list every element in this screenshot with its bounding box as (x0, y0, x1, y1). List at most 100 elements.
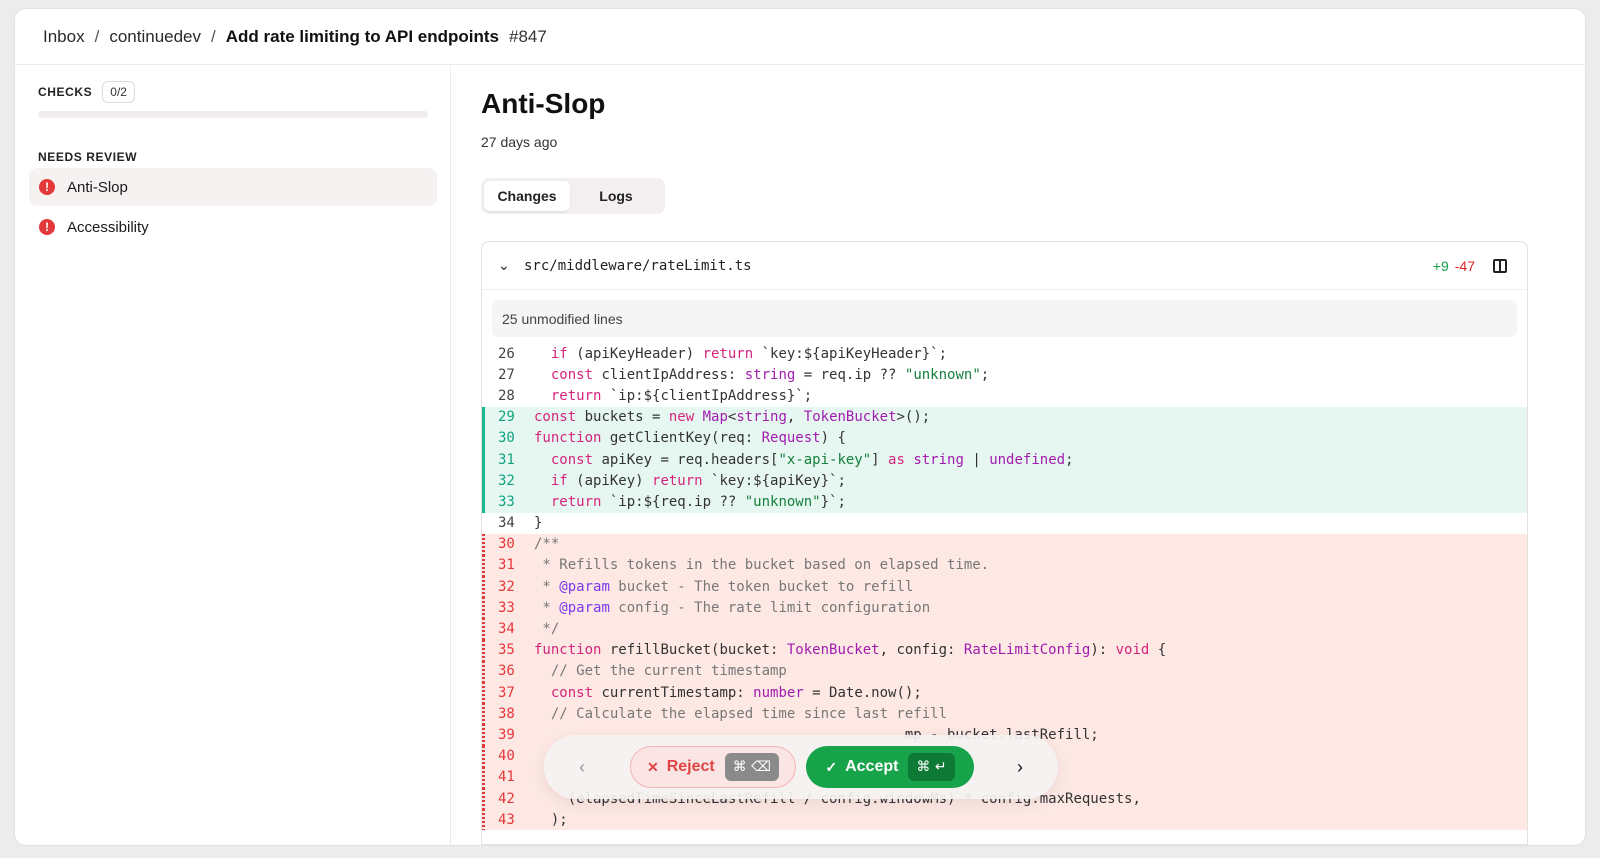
line-number: 26 (498, 345, 515, 362)
diff-line: 31 * Refills tokens in the bucket based … (482, 554, 1527, 577)
checks-progress-bar (38, 111, 428, 118)
diff-file-header[interactable]: ⌄ src/middleware/rateLimit.ts +9 -47 (482, 242, 1527, 290)
reject-button[interactable]: ✕ Reject ⌘ ⌫ (630, 746, 796, 788)
line-code: /** (534, 536, 560, 553)
error-icon: ! (39, 179, 55, 195)
diff-line: 33 return `ip:${req.ip ?? "unknown"}`; (482, 491, 1527, 513)
breadcrumb-separator: / (211, 26, 216, 46)
chevron-right-icon[interactable]: › (1002, 749, 1038, 785)
breadcrumb-repo[interactable]: continuedev (109, 27, 201, 47)
line-code: * @param bucket - The token bucket to re… (534, 578, 914, 595)
unmodified-lines-expander[interactable]: 25 unmodified lines (492, 300, 1517, 337)
tab-changes[interactable]: Changes (484, 181, 570, 211)
diff-line: 26 if (apiKeyHeader) return `key:${apiKe… (482, 343, 1527, 364)
checks-sidebar: CHECKS 0/2 NEEDS REVIEW ! Anti-Slop ! Ac… (15, 66, 451, 845)
tab-bar: Changes Logs (481, 178, 665, 214)
needs-review-label: NEEDS REVIEW (38, 150, 138, 164)
line-code: // Calculate the elapsed time since last… (534, 705, 948, 722)
line-number: 36 (498, 663, 515, 680)
line-code: } (534, 515, 543, 532)
line-code: const currentTimestamp: number = Date.no… (550, 684, 922, 701)
chevron-left-icon[interactable]: ‹ (564, 749, 600, 785)
line-code: const buckets = new Map<string, TokenBuc… (534, 409, 931, 426)
line-number: 40 (498, 748, 515, 765)
diff-line: 36 // Get the current timestamp (482, 660, 1527, 683)
diff-line: 27 const clientIpAddress: string = req.i… (482, 364, 1527, 385)
app-window: Inbox / continuedev / Add rate limiting … (14, 8, 1586, 846)
error-icon: ! (39, 219, 55, 235)
split-view-icon[interactable] (1493, 258, 1507, 273)
accept-label: Accept (845, 758, 899, 775)
sidebar-item-accessibility[interactable]: ! Accessibility (29, 208, 437, 246)
diff-line: 30 function getClientKey(req: Request) { (482, 427, 1527, 450)
check-icon: ✓ (825, 758, 838, 775)
breadcrumb: Inbox / continuedev / Add rate limiting … (15, 9, 1585, 65)
line-number: 39 (498, 726, 515, 743)
chevron-down-icon[interactable]: ⌄ (498, 257, 514, 274)
line-code: const apiKey = req.headers["x-api-key"] … (550, 451, 1074, 468)
check-timestamp: 27 days ago (481, 134, 558, 150)
line-code: return `ip:${req.ip ?? "unknown"}`; (550, 493, 846, 510)
breadcrumb-separator: / (94, 26, 100, 46)
diff-line: 30 /** (482, 533, 1527, 556)
line-code: if (apiKeyHeader) return `key:${apiKeyHe… (550, 345, 948, 362)
additions-count: +9 (1432, 257, 1449, 274)
tab-logs[interactable]: Logs (570, 181, 662, 211)
diff-line: 29 const buckets = new Map<string, TokenB… (482, 406, 1527, 428)
line-number: 37 (498, 684, 515, 701)
line-code: ); (534, 811, 568, 828)
line-number: 32 (498, 578, 515, 595)
line-number: 30 (498, 430, 515, 447)
diff-line: 35 function refillBucket(bucket: TokenBuc… (482, 639, 1527, 662)
line-number: 35 (498, 642, 515, 659)
diff-line: 32 if (apiKey) return `key:${apiKey}`; (482, 470, 1527, 492)
line-code: * Refills tokens in the bucket based on … (534, 557, 990, 574)
file-path: src/middleware/rateLimit.ts (524, 257, 752, 274)
line-code: // Get the current timestamp (534, 663, 787, 680)
line-number: 28 (498, 387, 515, 404)
sidebar-item-label: Anti-Slop (67, 178, 128, 196)
diff-line: 34 */ (482, 618, 1527, 640)
accept-button[interactable]: ✓ Accept ⌘ ↵ (806, 746, 974, 788)
line-number: 29 (498, 409, 515, 426)
diff-line: 32 * @param bucket - The token bucket to… (482, 576, 1527, 598)
diff-line: 34} (482, 513, 1527, 534)
line-number: 42 (498, 790, 515, 807)
line-number: 43 (498, 811, 515, 828)
line-number: 33 (498, 599, 515, 616)
line-number: 38 (498, 705, 515, 722)
line-code: return `ip:${clientIpAddress}`; (550, 387, 813, 404)
sidebar-item-anti-slop[interactable]: ! Anti-Slop (29, 168, 437, 206)
line-number: 32 (498, 472, 515, 489)
breadcrumb-pr-number: #847 (509, 26, 547, 46)
diff-line: 33 * @param config - The rate limit conf… (482, 597, 1527, 619)
diff-line: 37 const currentTimestamp: number = Date… (482, 682, 1527, 704)
breadcrumb-inbox[interactable]: Inbox (43, 27, 85, 47)
close-icon: ✕ (646, 758, 659, 775)
diff-line: 31 const apiKey = req.headers["x-api-key… (482, 448, 1527, 471)
line-number: 34 (498, 621, 515, 638)
checks-count-badge: 0/2 (102, 81, 135, 103)
line-code: function refillBucket(bucket: TokenBucke… (534, 642, 1167, 659)
line-number: 33 (498, 493, 515, 510)
line-number: 27 (498, 366, 515, 383)
line-number: 31 (498, 557, 515, 574)
line-number: 41 (498, 769, 515, 786)
review-action-bar: ‹ ✕ Reject ⌘ ⌫ ✓ Accept ⌘ ↵ › (544, 735, 1058, 799)
reject-label: Reject (666, 758, 715, 775)
reject-shortcut: ⌘ ⌫ (724, 753, 779, 781)
accept-shortcut: ⌘ ↵ (908, 753, 955, 781)
sidebar-item-label: Accessibility (67, 218, 149, 236)
line-code: function getClientKey(req: Request) { (534, 430, 846, 447)
line-code: if (apiKey) return `key:${apiKey}`; (550, 472, 846, 489)
line-code: * @param config - The rate limit configu… (534, 599, 931, 616)
line-number: 34 (498, 515, 515, 532)
diff-line: 28 return `ip:${clientIpAddress}`; (482, 385, 1527, 406)
deletions-count: -47 (1454, 257, 1475, 274)
line-code: const clientIpAddress: string = req.ip ?… (550, 366, 990, 383)
diff-line: 38 // Calculate the elapsed time since l… (482, 703, 1527, 725)
line-number: 30 (498, 536, 515, 553)
diff-line: 43 ); (482, 809, 1527, 831)
line-number: 31 (498, 451, 515, 468)
breadcrumb-pr-title: Add rate limiting to API endpoints (225, 26, 500, 46)
